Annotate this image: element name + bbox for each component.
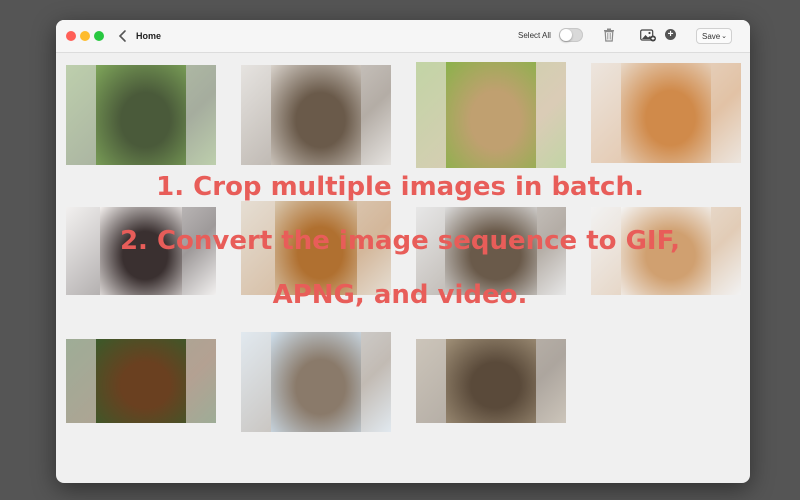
app-window: Home Select All + Save ⌄ xyxy=(56,20,750,483)
photo-tile-puppy-lying-on-white[interactable] xyxy=(591,207,741,295)
photo-tile-orange-cat-and-dog[interactable] xyxy=(591,63,741,163)
select-all-label: Select All xyxy=(518,31,551,40)
photo-tile-dog-in-blanket-snow[interactable] xyxy=(241,332,391,432)
chevron-left-icon xyxy=(118,30,126,42)
page-title: Home xyxy=(136,31,162,41)
photo-tile-dog-and-tabby-cat[interactable] xyxy=(416,339,566,423)
crop-region[interactable] xyxy=(96,339,186,423)
close-window-button[interactable] xyxy=(66,31,76,41)
save-button-label: Save xyxy=(702,32,721,41)
title-bar: Home Select All + Save ⌄ xyxy=(56,20,750,53)
photo-tile-dachshund-and-kitten[interactable] xyxy=(66,339,216,423)
crop-region[interactable] xyxy=(271,332,361,432)
photo-tile-golden-retriever-with-kitten[interactable] xyxy=(241,201,391,295)
back-button[interactable] xyxy=(116,28,130,44)
photo-grid xyxy=(56,53,750,483)
add-image-icon xyxy=(640,29,656,42)
crop-region[interactable] xyxy=(100,207,182,295)
photo-tile-kitten-and-puppy-in-park[interactable] xyxy=(416,62,566,168)
crop-region[interactable] xyxy=(621,63,711,163)
crop-region[interactable] xyxy=(271,65,361,165)
delete-button[interactable] xyxy=(603,28,615,42)
save-button[interactable]: Save ⌄ xyxy=(696,28,732,44)
select-all-toggle[interactable] xyxy=(559,28,583,42)
crop-region[interactable] xyxy=(96,65,186,165)
toggle-knob xyxy=(560,29,572,41)
crop-region[interactable] xyxy=(275,201,357,295)
photo-tile-cat-and-puppy-on-grass[interactable] xyxy=(66,65,216,165)
crop-region[interactable] xyxy=(621,207,711,295)
crop-region[interactable] xyxy=(446,62,536,168)
minimize-window-button[interactable] xyxy=(80,31,90,41)
maximize-window-button[interactable] xyxy=(94,31,104,41)
chevron-down-icon: ⌄ xyxy=(721,33,727,40)
crop-region[interactable] xyxy=(445,207,537,295)
add-button[interactable]: + xyxy=(665,29,676,40)
photo-tile-black-white-bulldog[interactable] xyxy=(66,207,216,295)
crop-region[interactable] xyxy=(446,339,536,423)
photo-tile-dog-and-cat-on-floor[interactable] xyxy=(416,207,566,295)
add-image-button[interactable] xyxy=(640,29,656,42)
photo-tile-puppy-and-kitten-lying[interactable] xyxy=(241,65,391,165)
plus-circle-icon: + xyxy=(667,29,674,40)
trash-icon xyxy=(604,28,614,42)
